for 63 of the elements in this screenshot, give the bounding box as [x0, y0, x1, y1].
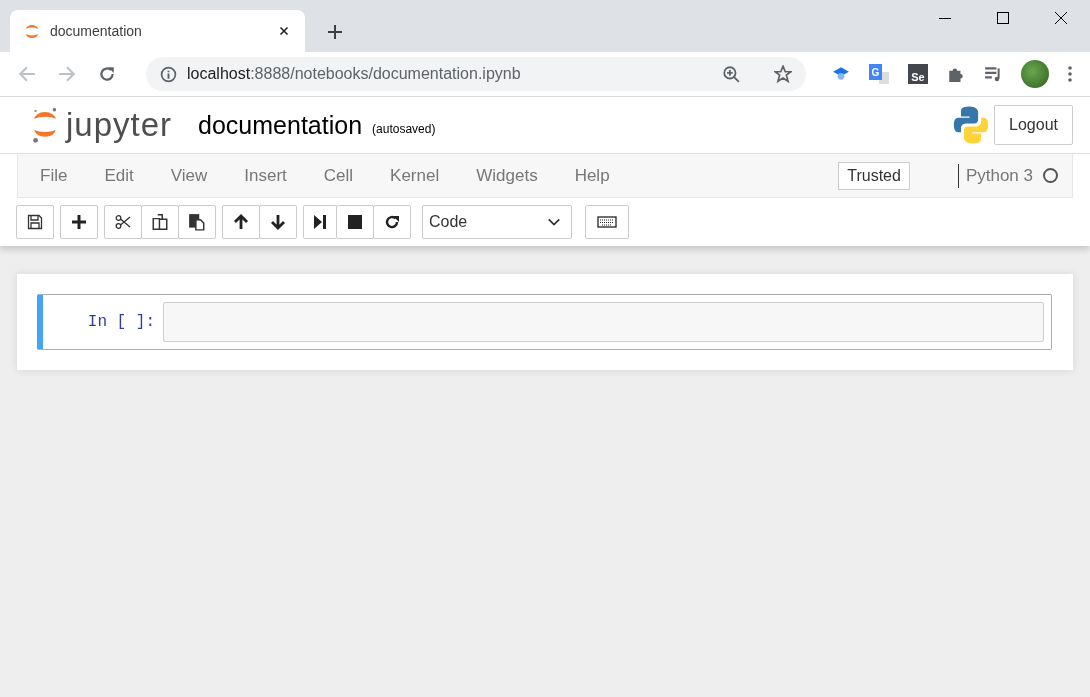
- playlist-icon: [984, 65, 1002, 83]
- new-tab-icon: [327, 24, 343, 40]
- python-logo-icon: [952, 105, 991, 145]
- selenium-icon[interactable]: Se: [908, 64, 928, 84]
- zoom-icon: [722, 65, 740, 83]
- url-path: :8888/notebooks/documentation.ipynb: [250, 65, 521, 82]
- copy-button[interactable]: [141, 205, 179, 239]
- notebook-name[interactable]: documentation: [198, 110, 363, 140]
- code-input-field[interactable]: [163, 302, 1044, 342]
- trusted-indicator[interactable]: Trusted: [838, 161, 910, 190]
- run-button[interactable]: [303, 205, 337, 239]
- maximize-icon: [996, 11, 1010, 25]
- kernel-status-icon: [1043, 168, 1058, 183]
- keyboard-shortcuts-button[interactable]: [585, 205, 629, 239]
- up-arrow-icon: [233, 214, 249, 230]
- paste-icon: [188, 213, 206, 231]
- stop-button[interactable]: [336, 205, 374, 239]
- graduation-cap-icon: [832, 65, 850, 83]
- cut-button[interactable]: [104, 205, 142, 239]
- minimize-icon: [939, 17, 951, 19]
- star-icon: [774, 65, 792, 83]
- url-host: localhost: [187, 65, 251, 82]
- browser-tab[interactable]: documentation: [10, 10, 305, 52]
- menu-item[interactable]: File: [26, 165, 82, 186]
- menu-item[interactable]: View: [156, 165, 222, 186]
- restart-button[interactable]: [373, 205, 411, 239]
- step-forward-icon: [312, 214, 328, 230]
- scissors-icon: [114, 214, 132, 230]
- close-icon: [1054, 11, 1068, 25]
- menu-item[interactable]: Cell: [309, 165, 368, 186]
- save-status: (autosaved): [372, 122, 436, 136]
- menu-item[interactable]: Kernel: [376, 165, 454, 186]
- code-cell[interactable]: In [ ]:: [37, 294, 1052, 350]
- keyboard-icon: [597, 215, 617, 229]
- menu-item[interactable]: Help: [560, 165, 624, 186]
- plus-icon: [71, 214, 87, 230]
- jupyter-logo-icon: [24, 23, 40, 39]
- cell-type-dropdown[interactable]: Code: [422, 205, 572, 239]
- close-icon: [277, 24, 291, 38]
- paste-button[interactable]: [178, 205, 216, 239]
- move-down-button[interactable]: [259, 205, 297, 239]
- tab-title: documentation: [50, 23, 143, 39]
- down-arrow-icon: [270, 214, 286, 230]
- back-arrow-icon: [18, 65, 36, 83]
- save-button[interactable]: [16, 205, 54, 239]
- input-prompt: In [ ]:: [86, 313, 156, 331]
- menu-item[interactable]: Widgets: [462, 165, 552, 186]
- forward-arrow-icon: [58, 65, 76, 83]
- reload-icon: [98, 65, 116, 83]
- move-up-button[interactable]: [222, 205, 260, 239]
- insert-cell-button[interactable]: [60, 205, 98, 239]
- more-menu-icon: [1068, 66, 1072, 82]
- logo-text: jupyter: [66, 106, 173, 144]
- logout-button[interactable]: Logout: [994, 105, 1073, 145]
- info-icon: [160, 65, 177, 83]
- menu-item[interactable]: Edit: [90, 165, 148, 186]
- stop-icon: [347, 214, 363, 230]
- copy-icon: [151, 213, 169, 231]
- kernel-name: Python 3: [957, 163, 1033, 188]
- address-bar[interactable]: localhost:8888/notebooks/documentation.ipynb: [146, 57, 806, 91]
- profile-avatar[interactable]: [1021, 60, 1049, 88]
- reload-icon: [384, 214, 400, 230]
- menu-item[interactable]: Insert: [230, 165, 301, 186]
